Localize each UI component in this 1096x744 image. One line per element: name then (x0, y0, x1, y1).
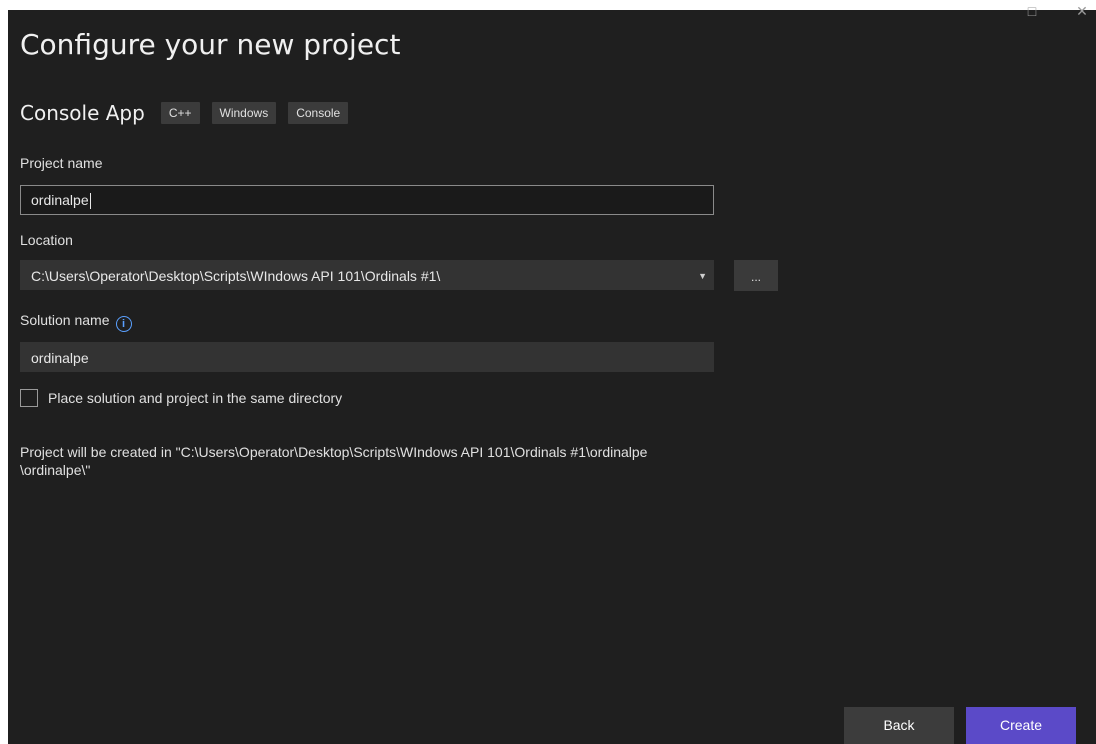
same-directory-option[interactable]: Place solution and project in the same d… (20, 389, 342, 407)
solution-name-value: ordinalpe (31, 350, 89, 366)
template-summary: Console App C++ Windows Console (20, 100, 360, 126)
back-button[interactable]: Back (844, 707, 954, 744)
project-path-note: Project will be created in "C:\Users\Ope… (20, 443, 720, 479)
tag-language: C++ (160, 102, 200, 124)
project-path-line-2: \ordinalpe\" (20, 462, 91, 478)
project-name-label: Project name (20, 155, 103, 171)
chevron-down-icon[interactable]: ▼ (698, 261, 707, 291)
configure-project-window: □ ✕ Configure your new project Console A… (8, 4, 1096, 744)
browse-location-button[interactable]: ... (734, 260, 778, 291)
location-value: C:\Users\Operator\Desktop\Scripts\WIndow… (31, 268, 441, 284)
project-path-line-1: Project will be created in "C:\Users\Ope… (20, 444, 648, 460)
project-name-input[interactable]: ordinalpe (20, 185, 714, 215)
template-name: Console App (20, 101, 145, 125)
solution-name-input[interactable]: ordinalpe (20, 342, 714, 372)
page-title: Configure your new project (20, 28, 401, 61)
text-caret (89, 193, 91, 210)
location-label: Location (20, 232, 73, 248)
create-button[interactable]: Create (966, 707, 1076, 744)
tag-project-type: Console (288, 102, 349, 124)
same-directory-checkbox[interactable] (20, 389, 38, 407)
location-combobox[interactable]: C:\Users\Operator\Desktop\Scripts\WIndow… (20, 260, 714, 290)
info-icon[interactable]: i (115, 316, 132, 332)
project-name-value: ordinalpe (31, 192, 89, 208)
close-icon[interactable]: ✕ (1074, 4, 1090, 18)
same-directory-label[interactable]: Place solution and project in the same d… (48, 390, 342, 406)
solution-name-label-text: Solution name (20, 312, 110, 328)
tag-platform: Windows (211, 102, 277, 124)
solution-name-label: Solution name i (20, 312, 132, 332)
maximize-icon[interactable]: □ (1024, 4, 1040, 18)
